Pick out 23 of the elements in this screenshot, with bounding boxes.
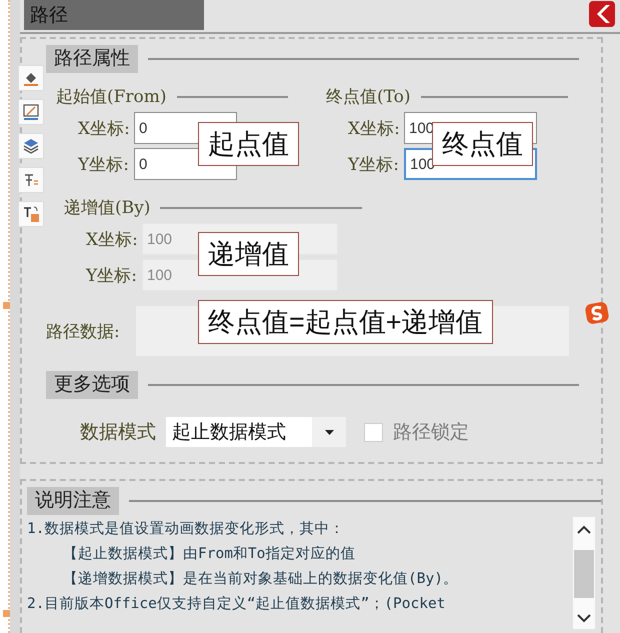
field-label: Y坐标: [346, 154, 400, 176]
note-line: 【起止数据模式】由From和To指定对应的值 [62, 544, 356, 564]
callout-tooltip: 起点值 [198, 122, 299, 166]
callout-tooltip: 终点值=起点值+递增值 [198, 300, 493, 344]
callout-tooltip: 终点值 [432, 122, 533, 166]
field-label: 数据模式 [80, 421, 156, 445]
section-header: 说明注意 [27, 487, 119, 515]
section-header: 更多选项 [46, 371, 138, 399]
field-label: Y坐标: [84, 264, 138, 286]
group-title: 终点值(To) [326, 86, 411, 108]
callout-tooltip: 递增值 [198, 232, 299, 276]
group-title: 递增值(By) [64, 197, 150, 219]
note-line: 2.目前版本Office仅支持自定义“起止值数据模式”；(Pocket [27, 594, 446, 614]
group-title: 起始值(From) [56, 86, 167, 108]
section-header: 路径属性 [46, 45, 138, 73]
note-line: 1.数据模式是值设置动画数据变化形式，其中： [27, 520, 346, 539]
note-line: 【递增数据模式】是在当前对象基础上的数据变化值(By)。 [62, 570, 459, 589]
field-label: 路径数据: [46, 320, 121, 342]
field-label: X坐标: [77, 118, 131, 140]
field-label: Y坐标: [76, 154, 130, 176]
field-label: X坐标: [85, 228, 139, 250]
field-label: X坐标: [347, 118, 401, 140]
checkbox-label: 路径锁定 [393, 421, 469, 445]
